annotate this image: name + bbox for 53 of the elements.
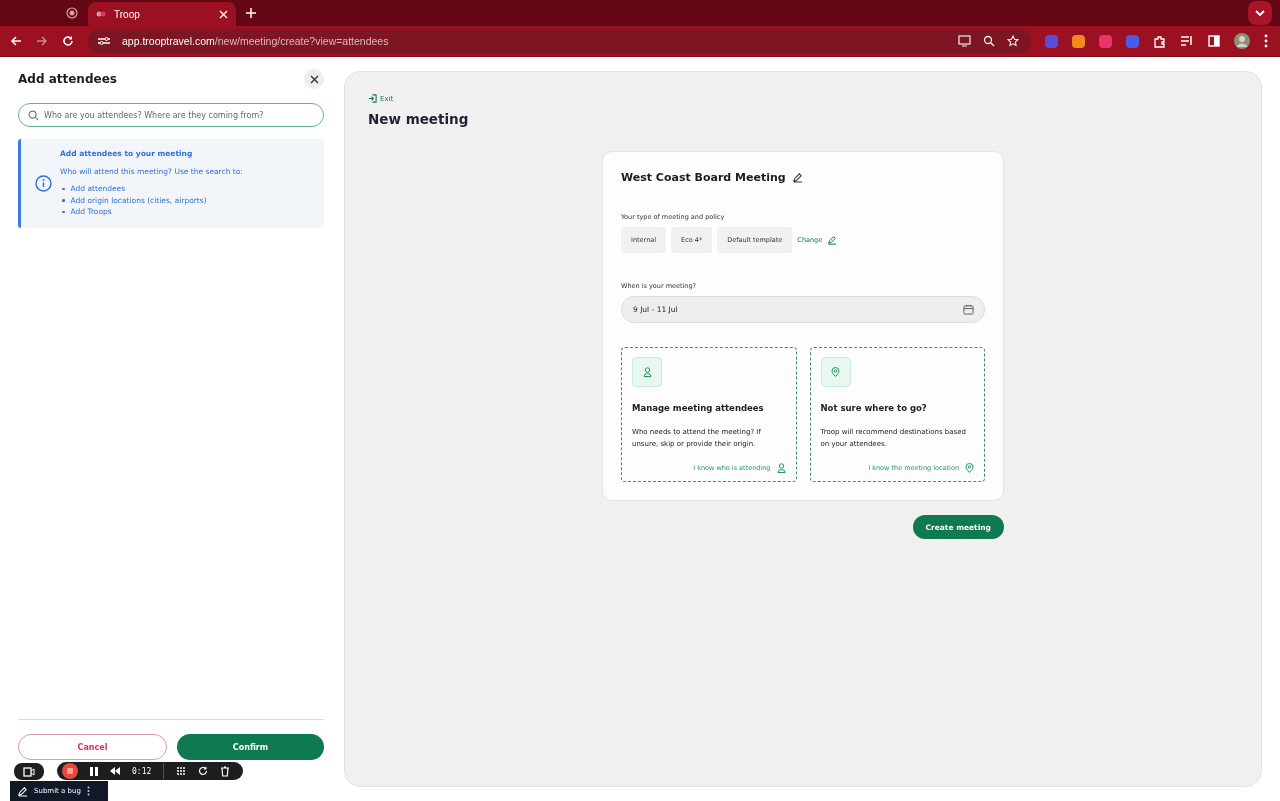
rewind-icon[interactable] [110,767,120,775]
restart-icon[interactable] [198,766,209,776]
favicon-icon [96,10,106,18]
exit-icon [368,94,377,103]
meeting-name: West Coast Board Meeting [621,171,786,184]
new-tab-icon[interactable] [246,8,256,18]
pin-icon [831,367,840,377]
cancel-button[interactable]: Cancel [18,734,167,760]
calendar-icon [963,304,974,315]
address-bar[interactable]: app.trooptravel.com/new/meeting/create?view=attendees [88,29,1031,53]
pencil-icon [17,785,28,797]
tab-search-icon[interactable] [1248,1,1272,25]
more-icon[interactable] [1264,34,1268,48]
camera-button[interactable] [14,763,44,780]
bullet-icon [62,210,65,213]
pin-icon [965,463,974,473]
camera-icon [23,766,35,777]
close-icon[interactable] [219,9,228,19]
panel-title: Add attendees [18,72,117,86]
install-icon[interactable] [958,35,971,47]
extension-icon[interactable] [1072,34,1085,48]
star-icon[interactable] [1007,35,1019,47]
trash-icon[interactable] [220,765,231,777]
site-settings-icon[interactable] [98,36,110,46]
recording-icon[interactable] [66,7,78,19]
person-icon [642,367,652,377]
more-icon[interactable] [86,786,90,796]
search-field[interactable]: Who are you attendees? Where are they coming from? [18,103,324,127]
bullet-icon [62,187,65,190]
pencil-icon[interactable] [791,172,803,183]
pause-icon[interactable] [90,766,98,776]
browser-tab[interactable]: Troop [88,2,236,26]
option-title: Manage meeting attendees [632,403,765,413]
bullet-icon [62,199,65,202]
stop-icon[interactable] [62,763,78,779]
back-icon[interactable] [10,35,22,47]
option-title: Not sure where to go? [820,403,928,413]
reload-icon[interactable] [62,35,74,47]
side-panel-icon[interactable] [1208,35,1220,47]
forward-icon[interactable] [36,35,48,47]
page-title: New meeting [368,111,470,127]
puzzle-icon[interactable] [1153,34,1166,48]
zoom-icon[interactable] [983,35,995,47]
person-icon [776,463,786,473]
confirm-button[interactable]: Confirm [177,734,324,760]
recording-time: 0:12 [132,766,152,776]
media-icon[interactable] [1180,35,1194,47]
close-button[interactable] [304,69,324,89]
search-icon [28,110,39,121]
close-icon [309,74,319,84]
info-icon [35,174,52,192]
grid-icon[interactable] [176,766,187,776]
avatar-icon[interactable] [1234,33,1250,49]
